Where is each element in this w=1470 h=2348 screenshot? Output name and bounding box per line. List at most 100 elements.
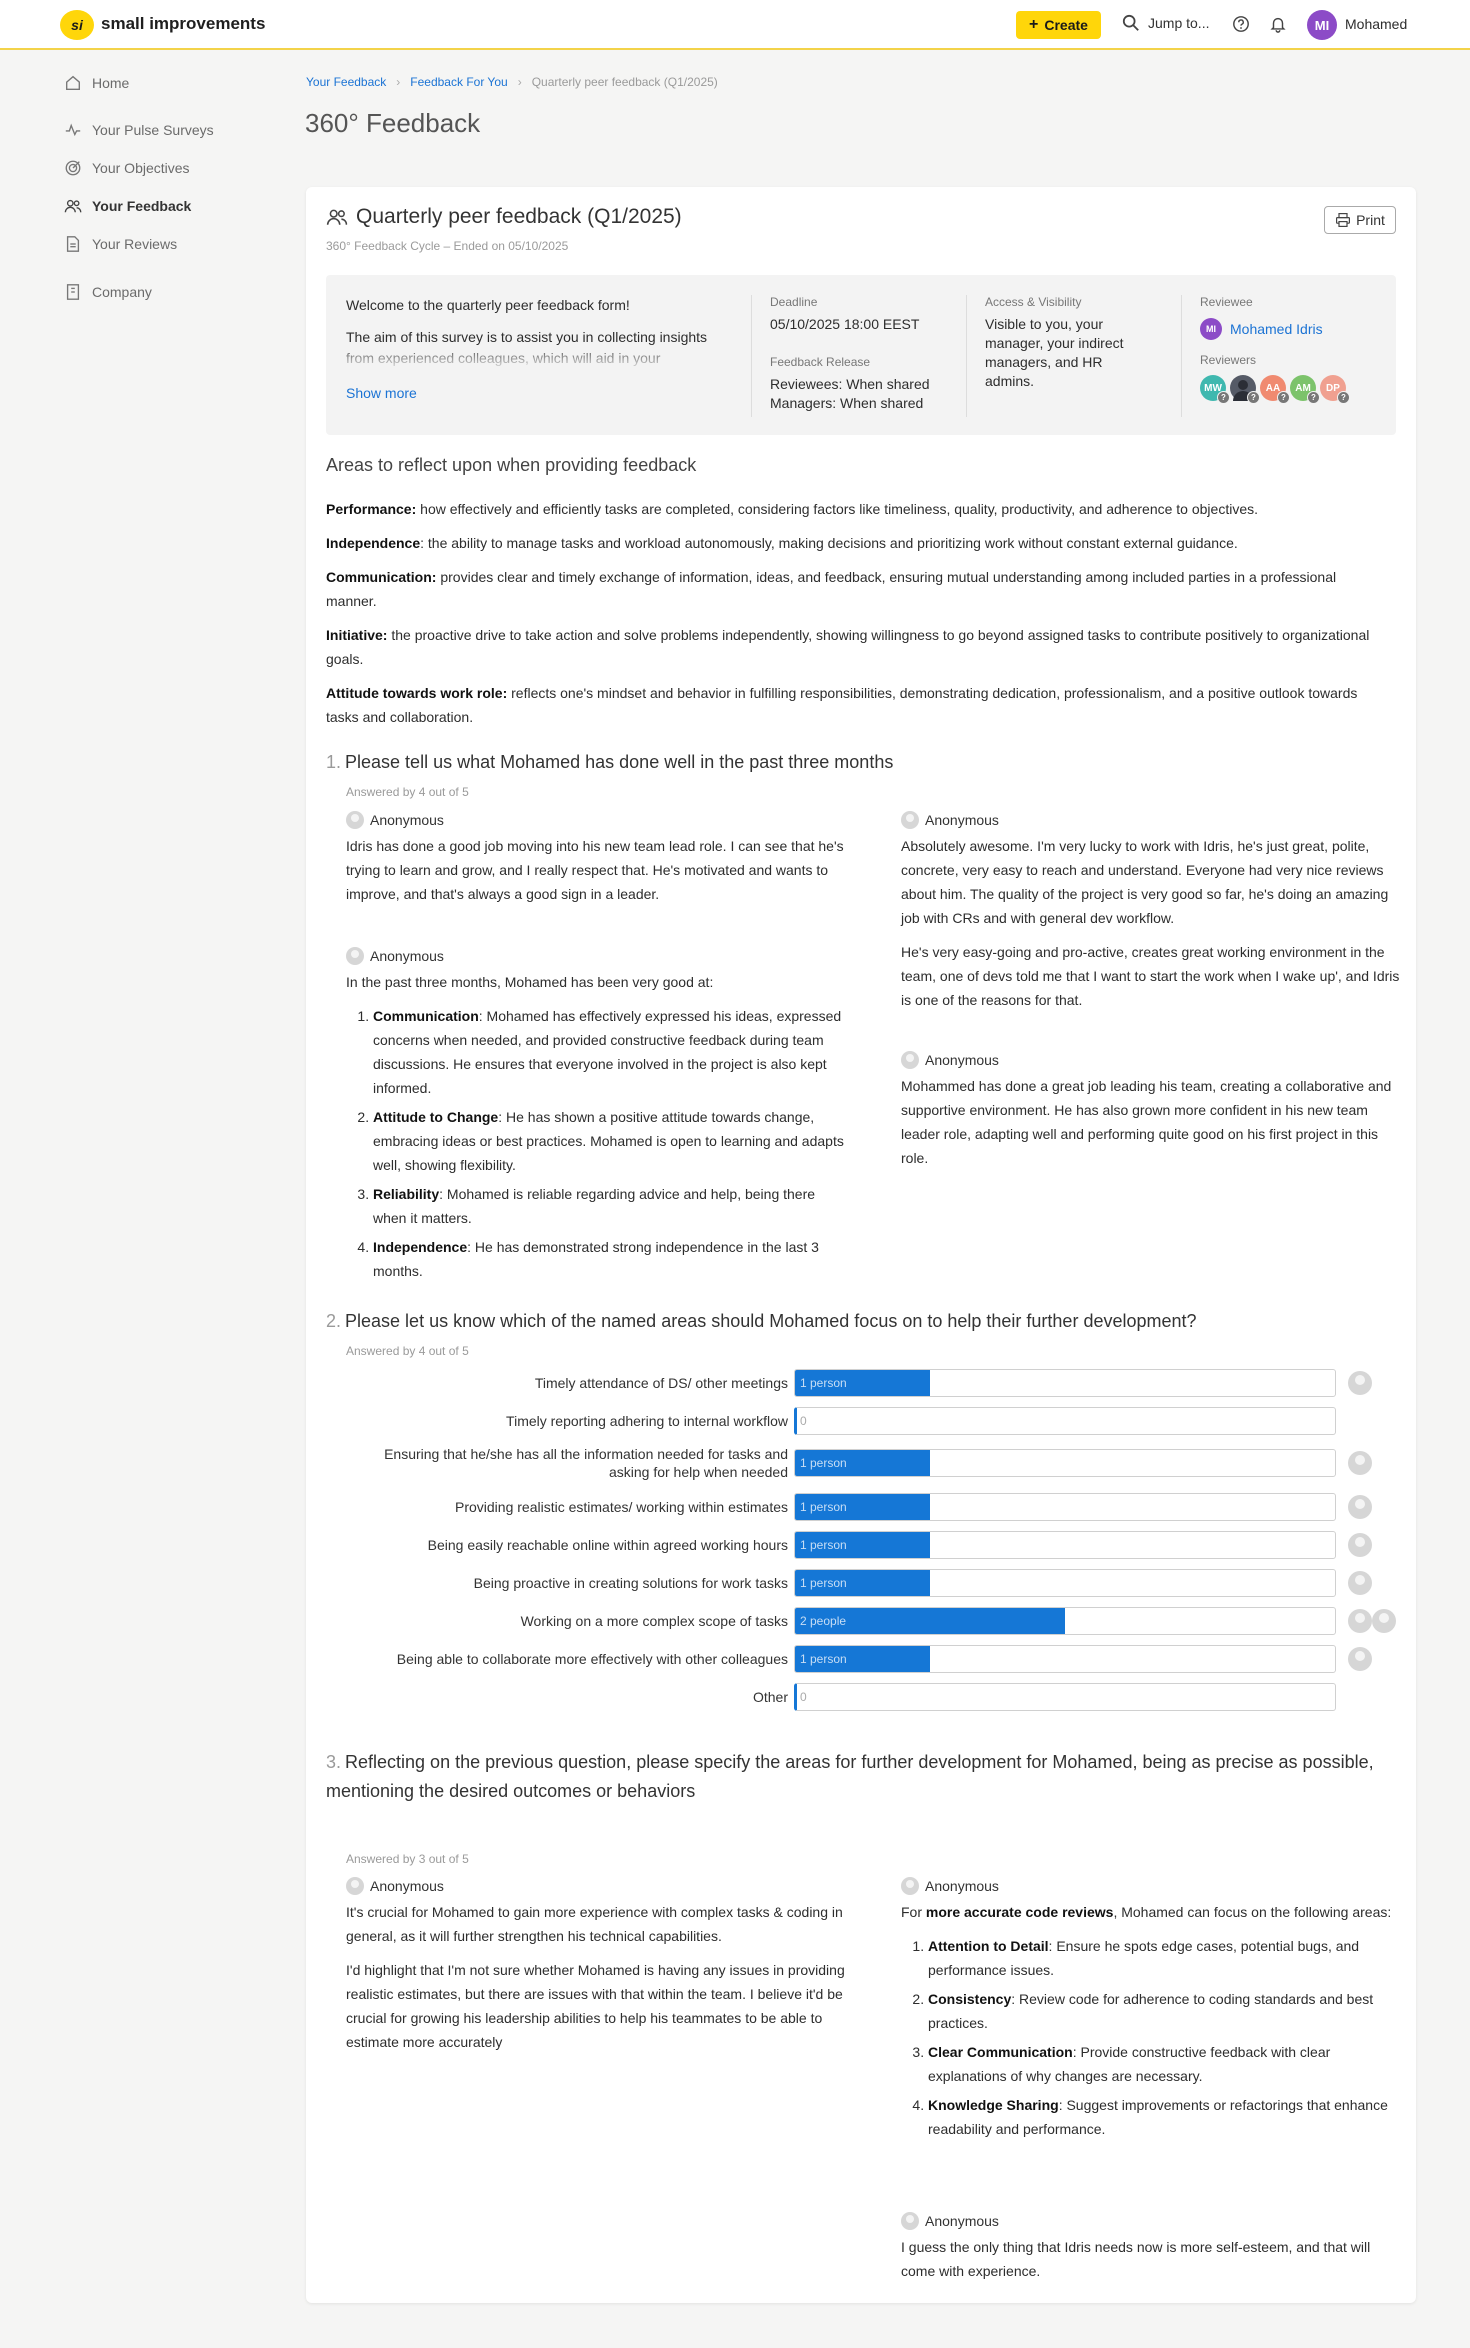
- user-name[interactable]: Mohamed: [1345, 16, 1407, 32]
- page-title: 360° Feedback: [305, 108, 481, 138]
- bar-value-label: 0: [800, 1414, 807, 1428]
- sidebar-item-label: Company: [92, 284, 152, 300]
- areas-title: Areas to reflect upon when providing fee…: [326, 455, 697, 475]
- sidebar-item-feedback[interactable]: Your Feedback: [64, 197, 191, 215]
- sidebar-item-pulse-surveys[interactable]: Your Pulse Surveys: [64, 121, 214, 139]
- sidebar-item-objectives[interactable]: Your Objectives: [64, 159, 190, 177]
- question-3: 3. Reflecting on the previous question, p…: [326, 1748, 1386, 1806]
- home-icon: [66, 75, 80, 90]
- breadcrumb-feedback-for-you[interactable]: Feedback For You: [410, 75, 507, 89]
- anonymous-avatar-icon: [1348, 1609, 1372, 1633]
- breadcrumb-current: Quarterly peer feedback (Q1/2025): [531, 75, 718, 89]
- people-icon: [326, 209, 348, 225]
- reviewee-label: Reviewee: [1200, 295, 1253, 309]
- anonymous-avatar-icon: [1348, 1533, 1372, 1557]
- answer-text: In the past three months, Mohamed has be…: [346, 970, 846, 1288]
- anonymous-author: Anonymous: [901, 1051, 999, 1069]
- user-avatar[interactable]: MI: [1307, 10, 1337, 40]
- bar-row: Being easily reachable online within agr…: [306, 1531, 1416, 1559]
- list-item: Communication: Mohamed has effectively e…: [373, 1004, 846, 1100]
- reviewee-name-link[interactable]: Mohamed Idris: [1230, 321, 1323, 337]
- anonymous-avatar-icon: [1348, 1571, 1372, 1595]
- reviewer-avatar[interactable]: AA?: [1260, 375, 1290, 404]
- answer-paragraph: In the past three months, Mohamed has be…: [346, 974, 714, 990]
- list-term: Attention to Detail: [928, 1938, 1049, 1954]
- reviewer-avatar[interactable]: DP?: [1320, 375, 1350, 404]
- bar-category-label: Being proactive in creating solutions fo…: [473, 1575, 788, 1591]
- area-text: provides clear and timely exchange of in…: [326, 569, 1337, 609]
- reviewer-avatar[interactable]: ?: [1230, 375, 1260, 404]
- jump-to-search[interactable]: Jump to...: [1122, 14, 1209, 32]
- anonymous-author: Anonymous: [901, 811, 999, 829]
- anonymous-avatar-icon: [1348, 1647, 1372, 1671]
- fade-overlay: [346, 348, 726, 369]
- deadline-value: 05/10/2025 18:00 EEST: [770, 316, 920, 332]
- question-1: 1. Please tell us what Mohamed has done w…: [326, 748, 1386, 777]
- area-text: : the ability to manage tasks and worklo…: [420, 535, 1238, 551]
- bar-track[interactable]: 1 person: [794, 1531, 1336, 1559]
- list-item: Consistency: Review code for adherence t…: [928, 1987, 1401, 2035]
- answer-text: For more accurate code reviews, Mohamed …: [901, 1900, 1401, 2146]
- bar-row: Ensuring that he/she has all the informa…: [306, 1446, 1416, 1480]
- bar-track[interactable]: 1 person: [794, 1493, 1336, 1521]
- answer-list: Communication: Mohamed has effectively e…: [346, 1004, 846, 1283]
- access-value: Visible to you, your manager, your indir…: [985, 316, 1124, 389]
- card-subtitle: 360° Feedback Cycle – Ended on 05/10/202…: [326, 239, 569, 253]
- bar-category-label: Being easily reachable online within agr…: [427, 1537, 788, 1553]
- list-item: Reliability: Mohamed is reliable regardi…: [373, 1182, 846, 1230]
- bar-row: Being proactive in creating solutions fo…: [306, 1569, 1416, 1597]
- bar-track[interactable]: 1 person: [794, 1449, 1336, 1477]
- sidebar-item-home[interactable]: Home: [64, 74, 129, 92]
- list-term: Independence: [373, 1239, 468, 1255]
- bar-row: Timely attendance of DS/ other meetings 1…: [306, 1369, 1416, 1397]
- create-button[interactable]: + Create: [1016, 11, 1101, 39]
- bar-track[interactable]: 0: [794, 1407, 1336, 1435]
- bar-category-label: Being able to collaborate more effective…: [396, 1651, 788, 1667]
- author-name: Anonymous: [925, 812, 999, 828]
- bar-category-label: Working on a more complex scope of tasks: [520, 1613, 788, 1629]
- author-name: Anonymous: [925, 1878, 999, 1894]
- bar-row: Providing realistic estimates/ working w…: [306, 1493, 1416, 1521]
- area-term: Initiative:: [326, 627, 388, 643]
- bar-track[interactable]: 1 person: [794, 1569, 1336, 1597]
- building-icon: [66, 284, 80, 300]
- sidebar-item-reviews[interactable]: Your Reviews: [64, 235, 177, 253]
- divider: [751, 295, 752, 417]
- bar-category-label: Providing realistic estimates/ working w…: [454, 1499, 788, 1515]
- answer-text: I guess the only thing that Idris needs …: [901, 2235, 1401, 2293]
- anonymous-avatar-icon: [346, 947, 364, 965]
- bar-track[interactable]: 0: [794, 1683, 1336, 1711]
- author-name: Anonymous: [370, 948, 444, 964]
- anonymous-avatar-icon: [346, 1877, 364, 1895]
- question-text: Reflecting on the previous question, ple…: [326, 1752, 1374, 1801]
- people-icon: [64, 199, 82, 213]
- bar-value-label: 1 person: [800, 1576, 847, 1590]
- answer-list: Attention to Detail: Ensure he spots edg…: [901, 1934, 1401, 2141]
- help-icon[interactable]: [1231, 14, 1251, 34]
- reviewers-label: Reviewers: [1200, 353, 1257, 367]
- bar-row: Being able to collaborate more effective…: [306, 1645, 1416, 1673]
- bell-icon[interactable]: [1268, 14, 1288, 34]
- bar-track[interactable]: 2 people: [794, 1607, 1336, 1635]
- anonymous-author: Anonymous: [346, 811, 444, 829]
- breadcrumb-your-feedback[interactable]: Your Feedback: [306, 75, 386, 89]
- bar-track[interactable]: 1 person: [794, 1645, 1336, 1673]
- reviewer-avatar[interactable]: MW?: [1200, 375, 1230, 404]
- list-item: Clear Communication: Provide constructiv…: [928, 2040, 1401, 2088]
- anonymous-avatar-icon: [901, 811, 919, 829]
- feedback-card: Quarterly peer feedback (Q1/2025) 360° F…: [306, 187, 1416, 2303]
- show-more-link[interactable]: Show more: [346, 385, 417, 401]
- logo-text[interactable]: small improvements: [101, 14, 265, 34]
- chevron-right-icon: ›: [396, 75, 401, 89]
- area-item: Initiative: the proactive drive to take …: [326, 623, 1386, 671]
- reviewee-avatar[interactable]: MI: [1200, 318, 1222, 340]
- access-label: Access & Visibility: [985, 295, 1082, 309]
- print-button[interactable]: Print: [1324, 206, 1396, 234]
- sidebar-item-company[interactable]: Company: [64, 283, 152, 301]
- intro-aim: The aim of this survey is to assist you …: [346, 327, 726, 369]
- anonymous-avatar-icon: [1348, 1451, 1372, 1475]
- logo-icon[interactable]: si: [60, 10, 94, 40]
- reviewer-avatar[interactable]: AM?: [1290, 375, 1320, 404]
- bar-category-label: Ensuring that he/she has all the informa…: [384, 1446, 788, 1480]
- bar-track[interactable]: 1 person: [794, 1369, 1336, 1397]
